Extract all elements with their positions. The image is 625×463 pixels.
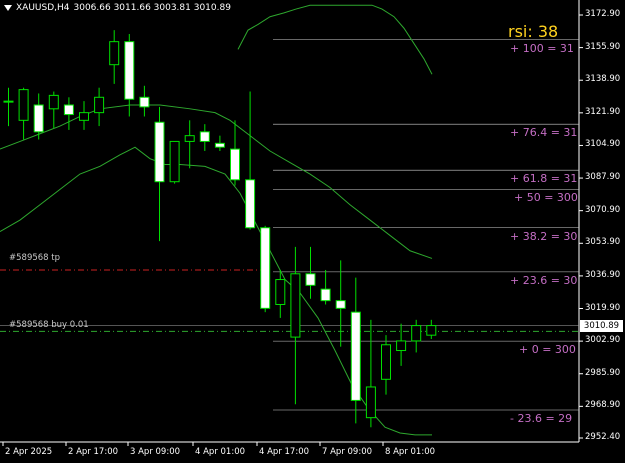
fib-level-label: - 23.6 = 29	[510, 411, 573, 425]
time-tick-label: 7 Apr 09:00	[322, 447, 373, 457]
price-tick-label: 2985.90	[585, 367, 621, 378]
price-tick-label: 3019.90	[585, 302, 621, 313]
current-price-tag: 3010.89	[580, 320, 623, 332]
candle-body	[63, 104, 74, 116]
candle-body	[94, 96, 105, 114]
time-tick-label: 2 Apr 2025	[5, 447, 53, 457]
time-tick-label: 8 Apr 01:00	[385, 447, 436, 457]
ohlc-values: 3006.66 3011.66 3003.81 3010.89	[73, 3, 231, 13]
fib-level-label: + 0 = 300	[519, 343, 576, 357]
fib-level-label: + 76.4 = 31	[510, 126, 578, 140]
candle-body	[275, 279, 286, 305]
time-tick-label: 3 Apr 09:00	[130, 447, 181, 457]
price-tick-label: 3172.90	[585, 9, 621, 19]
buy-order-label: #589568 buy 0.01	[9, 320, 89, 330]
chart-window[interactable]: XAUUSD,H4 3006.66 3011.66 3003.81 3010.8…	[0, 0, 625, 463]
fib-level-label: + 61.8 = 31	[510, 172, 578, 186]
fib-level-label: + 38.2 = 30	[510, 229, 578, 243]
fib-level-label: + 23.6 = 30	[510, 273, 578, 287]
tp-order-label: #589568 tp	[9, 253, 60, 263]
price-tick-label: 3104.90	[585, 139, 621, 150]
price-tick-label: 2952.40	[585, 432, 621, 442]
candle-body	[381, 344, 391, 380]
price-tick-label: 3036.90	[585, 269, 621, 280]
candle-body	[154, 121, 165, 183]
time-tick-label: 4 Apr 01:00	[195, 447, 246, 457]
price-tick-label: 3138.90	[585, 74, 621, 85]
candle-body	[320, 288, 331, 302]
time-tick-label: 4 Apr 17:00	[259, 447, 310, 457]
chart-header: XAUUSD,H4 3006.66 3011.66 3003.81 3010.8…	[4, 3, 231, 13]
candle-body	[3, 100, 14, 103]
candle-body	[305, 273, 316, 286]
price-tick-label: 3002.90	[585, 335, 621, 346]
candle-body	[33, 104, 44, 133]
candle-body	[214, 142, 225, 148]
candle-body	[109, 41, 120, 66]
candle-body	[411, 325, 422, 342]
price-tick-label: 3087.90	[585, 172, 621, 183]
candle-body	[290, 273, 301, 338]
candle-body	[184, 135, 195, 142]
price-tick-label: 3155.90	[585, 41, 621, 52]
time-tick-label: 2 Apr 17:00	[68, 447, 119, 457]
price-tick-label: 3053.90	[585, 237, 621, 248]
candle-body	[124, 41, 135, 100]
price-tick-label: 3070.90	[585, 204, 621, 215]
dropdown-triangle-icon[interactable]	[4, 5, 12, 11]
candle-body	[365, 386, 376, 419]
candle-body	[396, 340, 407, 352]
candle-body	[199, 131, 210, 142]
candle-body	[426, 325, 437, 336]
candle-body	[79, 112, 89, 121]
candle-body	[350, 311, 361, 401]
candle-body	[260, 227, 271, 309]
bollinger-middle-band	[0, 104, 433, 259]
price-tick-label: 2968.90	[585, 400, 621, 411]
candle-body	[18, 89, 29, 121]
candle-body	[230, 148, 240, 181]
price-tick-label: 3121.90	[585, 106, 621, 117]
candle-body	[169, 140, 180, 183]
rsi-label: rsi: 38	[508, 22, 559, 41]
candle-body	[245, 179, 256, 229]
candle-body	[335, 300, 346, 309]
fib-level-label: + 100 = 31	[510, 41, 574, 55]
symbol-timeframe: XAUUSD,H4	[16, 3, 70, 13]
fib-level-label: + 50 = 300	[514, 191, 578, 205]
candle-body	[139, 96, 150, 108]
candle-body	[48, 94, 59, 110]
